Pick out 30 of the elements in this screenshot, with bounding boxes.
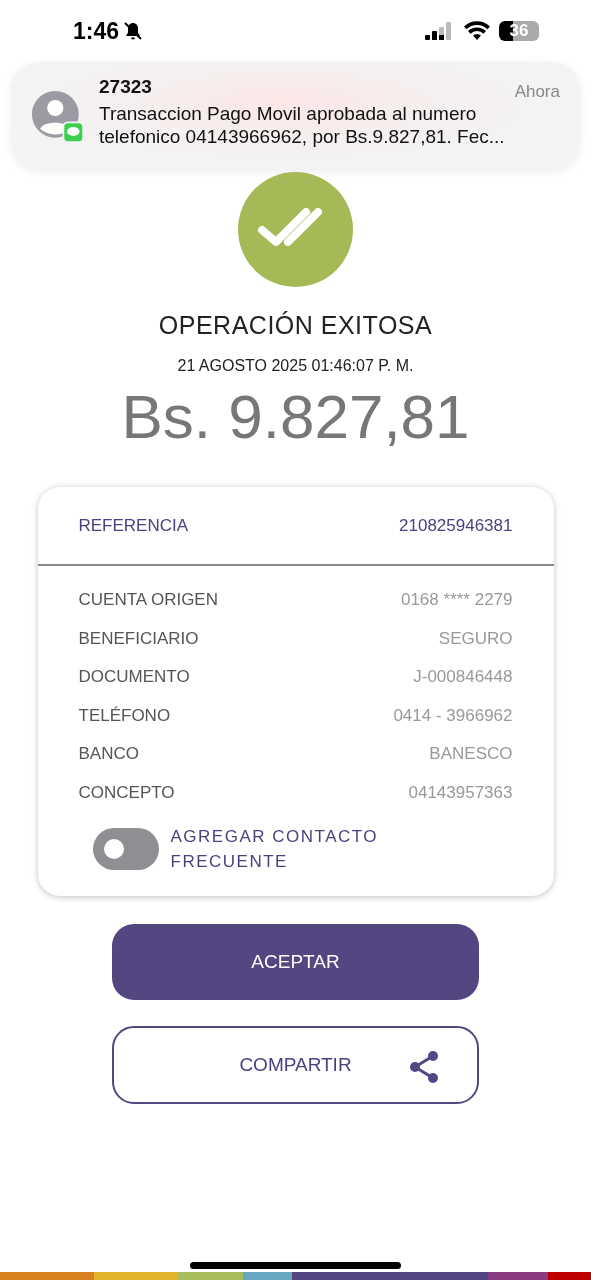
notification-time: Ahora xyxy=(514,82,560,102)
detail-value: J-000846448 xyxy=(413,667,513,688)
result-title: OPERACIÓN EXITOSA xyxy=(158,311,433,340)
detail-label: DOCUMENTO xyxy=(78,667,190,688)
clock: 1:46 xyxy=(73,17,120,45)
notification-banner[interactable]: 27323 Ahora Transaccion Pago Movil aprobada al numero telefonico 04143966962, por Bs.9.827,81. Fec... xyxy=(11,62,580,170)
detail-value: BANESCO xyxy=(429,744,513,765)
share-icon xyxy=(407,1050,441,1084)
detail-label: BANCO xyxy=(78,744,139,765)
detail-label: BENEFICIARIO xyxy=(78,628,199,649)
detail-label: CONCEPTO xyxy=(78,782,175,803)
detail-label: CUENTA ORIGEN xyxy=(78,590,218,611)
detail-value: 0168 **** 2279 xyxy=(400,590,513,611)
detail-value: 0414 - 3966962 xyxy=(393,705,513,726)
detail-value: SEGURO xyxy=(438,628,513,649)
success-check-icon xyxy=(238,172,353,287)
reference-value: 210825946381 xyxy=(399,515,513,536)
wifi-icon xyxy=(463,21,491,41)
detail-value: 04143957363 xyxy=(408,782,513,803)
notification-message: Transaccion Pago Movil aprobada al numero telefonico 04143966962, por Bs.9.827,81. Fec... xyxy=(99,102,506,148)
accept-button[interactable]: ACEPTAR xyxy=(112,924,479,1000)
share-button[interactable]: COMPARTIR xyxy=(112,1026,479,1104)
amount: Bs. 9.827,81 xyxy=(121,381,470,453)
reference-label: REFERENCIA xyxy=(78,515,189,536)
toggle-label: AGREGAR CONTACTO FRECUENTE xyxy=(170,826,380,873)
result-date: 21 AGOSTO 2025 01:46:07 P. M. xyxy=(177,357,414,375)
toggle-switch[interactable] xyxy=(92,828,159,870)
detail-label: TELÉFONO xyxy=(78,705,171,726)
contact-avatar-icon xyxy=(31,90,85,144)
notification-sender: 27323 xyxy=(99,76,152,99)
